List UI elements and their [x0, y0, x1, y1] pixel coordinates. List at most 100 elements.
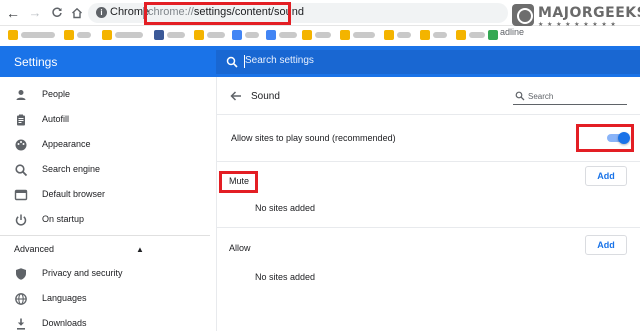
bookmark-favicon-icon: [266, 30, 276, 40]
bookmark-favicon-icon: [420, 30, 430, 40]
toggle-highlight-box: [576, 124, 634, 152]
bookmark-label: [315, 32, 331, 38]
bookmark-favicon-icon: [488, 30, 498, 40]
bookmark-item[interactable]: [64, 30, 94, 40]
bookmark-label: [353, 32, 375, 38]
search-icon: [15, 164, 28, 177]
bookmark-label: [77, 32, 91, 38]
mute-highlight-box: [219, 171, 258, 193]
settings-header: Settings Search settings: [0, 46, 640, 77]
bookmark-label: [433, 32, 447, 38]
power-icon: [15, 214, 27, 226]
site-info-icon[interactable]: i: [96, 7, 107, 18]
divider: [217, 161, 640, 162]
bookmark-item[interactable]: [232, 30, 262, 40]
bookmark-item[interactable]: [8, 30, 58, 40]
bookmark-favicon-icon: [102, 30, 112, 40]
majorgeeks-logo-icon: [512, 4, 534, 26]
sound-search-input[interactable]: Search: [528, 92, 553, 101]
browser-icon: [14, 189, 28, 201]
sidebar-advanced-toggle[interactable]: Advanced: [14, 244, 54, 254]
divider: [217, 114, 640, 115]
bookmark-favicon-icon: [456, 30, 466, 40]
bookmark-favicon-icon: [194, 30, 204, 40]
download-icon: [17, 318, 25, 330]
bookmark-label: [167, 32, 185, 38]
bookmark-favicon-icon: [64, 30, 74, 40]
bookmark-favicon-icon: [8, 30, 18, 40]
search-icon: [226, 56, 238, 68]
bookmark-visible-label[interactable]: adline: [500, 27, 524, 37]
sidebar-item-label: Languages: [42, 293, 87, 303]
bookmark-label: [469, 32, 485, 38]
bookmark-item[interactable]: [456, 30, 488, 40]
bookmark-item[interactable]: [102, 30, 148, 40]
allow-sound-label: Allow sites to play sound (recommended): [231, 133, 396, 143]
bookmark-item[interactable]: [488, 30, 500, 40]
collapse-arrow-icon[interactable]: ▲: [136, 245, 144, 254]
sidebar-item-autofill[interactable]: Autofill: [0, 108, 216, 132]
search-underline: [513, 104, 627, 105]
sidebar-item-people[interactable]: People: [0, 83, 216, 107]
back-icon[interactable]: ←: [4, 4, 22, 22]
sidebar-item-on-startup[interactable]: On startup: [0, 208, 216, 232]
sidebar-item-label: Appearance: [42, 139, 91, 149]
back-arrow-icon[interactable]: [229, 89, 243, 103]
bookmark-item[interactable]: [302, 30, 334, 40]
sidebar-item-label: Search engine: [42, 164, 101, 174]
watermark-text: MAJORGEEKS: [538, 5, 640, 21]
sidebar-item-label: Default browser: [42, 189, 106, 199]
sidebar-item-label: People: [42, 89, 71, 99]
bookmark-favicon-icon: [154, 30, 164, 40]
sidebar-divider: [0, 235, 210, 236]
bookmark-label: [397, 32, 411, 38]
globe-icon: [15, 293, 27, 305]
bookmark-item[interactable]: [266, 30, 300, 40]
sidebar-item-label: Privacy and security: [42, 268, 123, 278]
reload-icon[interactable]: [48, 4, 66, 22]
bookmark-favicon-icon: [232, 30, 242, 40]
settings-search-placeholder: Search settings: [245, 55, 314, 66]
bookmark-label: [207, 32, 225, 38]
bookmark-favicon-icon: [384, 30, 394, 40]
palette-icon: [15, 139, 27, 151]
divider: [217, 227, 640, 228]
bookmark-favicon-icon: [340, 30, 350, 40]
sidebar-item-label: On startup: [42, 214, 85, 224]
bookmark-favicon-icon: [302, 30, 312, 40]
add-mute-site-button[interactable]: Add: [585, 166, 627, 186]
settings-title: Settings: [14, 55, 58, 69]
sidebar-item-label: Autofill: [42, 114, 70, 124]
home-icon[interactable]: [68, 4, 86, 22]
bookmark-item[interactable]: [340, 30, 380, 40]
sidebar-item-search-engine[interactable]: Search engine: [0, 158, 216, 182]
sidebar-item-appearance[interactable]: Appearance: [0, 133, 216, 157]
allow-section-label: Allow: [229, 243, 251, 253]
sidebar-item-languages[interactable]: Languages: [0, 287, 216, 311]
add-allow-site-button[interactable]: Add: [585, 235, 627, 255]
bookmark-item[interactable]: [154, 30, 188, 40]
bookmark-item[interactable]: [384, 30, 414, 40]
sidebar-item-privacy-and-security[interactable]: Privacy and security: [0, 262, 216, 286]
bookmarks-bar: adline: [0, 26, 640, 44]
bookmark-label: [115, 32, 143, 38]
bookmark-item[interactable]: [420, 30, 450, 40]
search-icon: [515, 91, 525, 101]
bookmark-item[interactable]: [194, 30, 228, 40]
sidebar-item-default-browser[interactable]: Default browser: [0, 183, 216, 207]
bookmark-label: [245, 32, 259, 38]
bookmark-label: [279, 32, 297, 38]
mute-empty-text: No sites added: [255, 203, 316, 213]
page-title: Sound: [251, 91, 280, 102]
allow-empty-text: No sites added: [255, 272, 316, 282]
browser-window: ← → i Chrome chrome://settings/content/s…: [0, 0, 640, 331]
clipboard-icon: [17, 114, 25, 126]
sidebar-item-label: Downloads: [42, 318, 87, 328]
sound-settings-panel: Sound Search Allow sites to play sound (…: [216, 77, 640, 331]
settings-sidebar: People Autofill Appearance Search engine…: [0, 77, 216, 331]
person-icon: [16, 90, 26, 100]
forward-icon[interactable]: →: [26, 4, 44, 22]
url-highlight-box: [144, 2, 291, 25]
sidebar-item-downloads[interactable]: Downloads: [0, 312, 216, 331]
settings-search-input[interactable]: Search settings: [216, 50, 640, 74]
